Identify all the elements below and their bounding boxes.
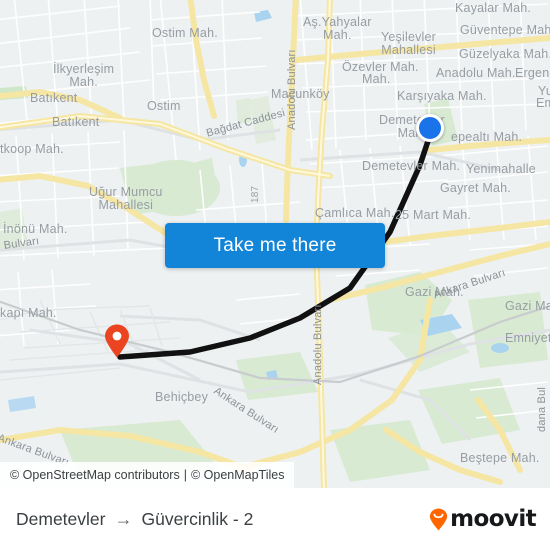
route-destination-label: Güvercinlik - 2 <box>141 508 254 529</box>
destination-pin-red[interactable] <box>104 324 130 358</box>
take-me-there-button[interactable]: Take me there <box>165 223 385 268</box>
map-canvas[interactable]: Ostim Mah. Aş.Yahyalar Mah. Yeşilevler Mah… <box>0 0 550 488</box>
moovit-pin-icon <box>429 508 448 531</box>
osm-attribution-link[interactable]: © OpenStreetMap contributors <box>10 468 180 482</box>
origin-marker-blue[interactable] <box>416 114 444 142</box>
route-summary: Demetevler → Güvercinlik - 2 <box>16 488 253 550</box>
route-origin-label: Demetevler <box>16 508 106 529</box>
map-attribution: © OpenStreetMap contributors | © OpenMap… <box>0 462 295 488</box>
arrow-right-icon: → <box>114 509 133 529</box>
attribution-separator: | <box>183 468 187 482</box>
moovit-wordmark: moovit <box>450 506 536 532</box>
moovit-logo[interactable]: moovit <box>429 488 537 550</box>
map-screen: Ostim Mah. Aş.Yahyalar Mah. Yeşilevler Mah… <box>0 0 550 550</box>
openmaptiles-attribution-link[interactable]: © OpenMapTiles <box>191 468 285 482</box>
footer-bar: Demetevler → Güvercinlik - 2 moovit <box>0 488 550 550</box>
